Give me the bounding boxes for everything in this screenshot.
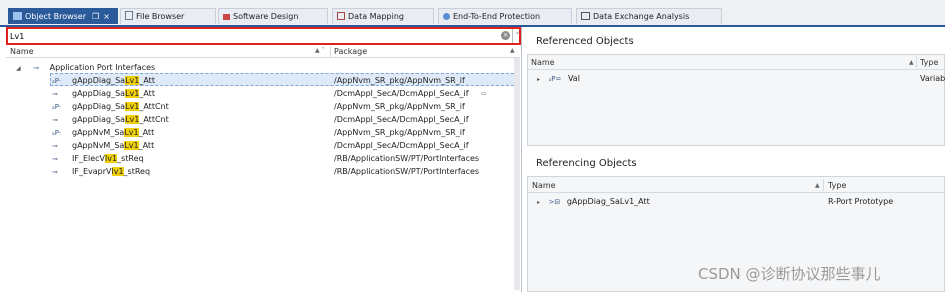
tab-label: Software Design — [233, 12, 299, 21]
search-match-highlight: lv1 — [111, 167, 124, 176]
tab-data-mapping[interactable]: Data Mapping — [332, 8, 434, 24]
referenced-objects-grid — [527, 54, 945, 146]
interface-name: gAppDiag_SaLv1_AttCnt — [72, 115, 169, 124]
close-icon[interactable]: × — [103, 12, 110, 21]
protection-icon — [443, 13, 450, 20]
column-divider[interactable] — [823, 179, 824, 191]
sort-indicator-icon: ▲ — [815, 182, 820, 189]
interface-row[interactable]: ⊸ gAppDiag_SaLv1_AttCnt — [52, 113, 169, 126]
tab-file-browser[interactable]: File Browser — [120, 8, 216, 24]
tab-label: Data Mapping — [348, 12, 404, 21]
referenced-name: Val — [567, 74, 580, 83]
search-match-highlight: Lv1 — [125, 102, 140, 111]
interface-package: /AppNvm_SR_pkg/AppNvm_SR_if — [334, 128, 465, 137]
tab-object-browser[interactable]: Object Browser ❒ × — [8, 8, 118, 24]
tab-label: Object Browser — [25, 12, 87, 21]
r-port-prototype-icon: >⊟ — [548, 198, 561, 206]
interface-name: IF_ElecVlv1_stReq — [72, 154, 144, 163]
search-match-highlight: Lv1 — [124, 141, 139, 150]
referencing-col-type[interactable]: Type — [828, 181, 846, 190]
referencing-col-name[interactable]: Name — [532, 181, 556, 190]
referencing-type: R-Port Prototype — [828, 197, 894, 206]
pin-icon[interactable]: ❒ — [92, 12, 99, 21]
port-interfaces-folder-icon: ⊸ — [33, 64, 40, 72]
sort-indicator-icon: ▲ — [510, 47, 515, 54]
analysis-icon — [581, 12, 590, 20]
document-tab-strip: Object Browser ❒ × File Browser Software D… — [0, 0, 945, 27]
referenced-type: Variabl — [920, 74, 945, 83]
referencing-objects-title: Referencing Objects — [536, 158, 637, 169]
interface-package: /DcmAppl_SecA/DcmAppl_SecA_if — [334, 115, 469, 124]
search-input[interactable] — [10, 30, 490, 42]
interface-row[interactable]: ₐP· gAppNvM_SaLv1_Att — [52, 126, 154, 139]
file-icon — [125, 11, 133, 20]
interface-row[interactable]: ⊸ IF_ElecVlv1_stReq — [52, 152, 144, 165]
tree-root-label: Application Port Interfaces — [49, 63, 156, 72]
interface-name: gAppDiag_SaLv1_Att — [72, 89, 155, 98]
interface-name: IF_EvaprVlv1_stReq — [72, 167, 151, 176]
interface-package: /DcmAppl_SecA/DcmAppl_SecA_if — [334, 141, 469, 150]
port-interface-icon: ⊸ — [52, 168, 58, 176]
column-header-package[interactable]: Package — [334, 46, 367, 57]
search-match-highlight: Lv1 — [124, 128, 139, 137]
left-scrollbar[interactable] — [514, 58, 520, 290]
tab-label: File Browser — [136, 12, 185, 21]
software-design-icon — [223, 14, 230, 20]
interface-name: gAppDiag_SaLv1_AttCnt — [72, 102, 169, 111]
referencing-row[interactable]: ▸ >⊟ gAppDiag_SaLv1_Att — [537, 195, 650, 208]
column-divider[interactable] — [916, 56, 917, 68]
data-element-icon: ₐP= — [548, 75, 562, 83]
expand-arrow-icon[interactable]: ▸ — [537, 76, 540, 83]
clear-search-icon[interactable]: × — [501, 31, 510, 40]
referenced-col-type[interactable]: Type — [920, 58, 938, 67]
column-header-name[interactable]: Name — [10, 46, 34, 57]
search-match-highlight: Lv1 — [125, 115, 140, 124]
tab-label: End-To-End Protection — [453, 12, 541, 21]
referenced-col-name[interactable]: Name — [531, 58, 555, 67]
column-divider[interactable] — [330, 46, 331, 57]
interface-row[interactable]: ⊸ gAppNvM_SaLv1_Att — [52, 139, 154, 152]
interface-row[interactable]: ⊸ IF_EvaprVlv1_stReq — [52, 165, 150, 178]
header-separator — [6, 57, 520, 58]
interface-package: /RB/ApplicationSW/PT/PortInterfaces — [334, 154, 480, 163]
tab-software-design[interactable]: Software Design — [218, 8, 328, 24]
header-separator — [528, 192, 944, 193]
data-mapping-icon — [337, 12, 345, 20]
interface-name: gAppDiag_SaLv1_Att — [72, 76, 155, 85]
search-match-highlight: lv1 — [105, 154, 118, 163]
interface-row[interactable]: ⊸ gAppDiag_SaLv1_Att — [52, 87, 155, 100]
sort-indicator-icon: ▲ — [909, 59, 914, 66]
tab-data-exchange-analysis[interactable]: Data Exchange Analysis — [576, 8, 722, 24]
interface-row[interactable]: ₐP· gAppDiag_SaLv1_AttCnt — [52, 100, 169, 113]
reference-marker-icon: ▭ — [481, 90, 487, 97]
search-box: × ˅ — [6, 27, 521, 45]
interface-package: /AppNvm_SR_pkg/AppNvm_SR_if — [334, 102, 465, 111]
collapse-arrow-icon[interactable]: ◢ — [16, 65, 21, 72]
referenced-objects-title: Referenced Objects — [536, 36, 634, 47]
tab-end-to-end-protection[interactable]: End-To-End Protection — [438, 8, 572, 24]
interface-name: gAppNvM_SaLv1_Att — [72, 141, 155, 150]
interface-package: /RB/ApplicationSW/PT/PortInterfaces — [334, 167, 480, 176]
search-match-highlight: Lv1 — [125, 76, 140, 85]
expand-arrow-icon[interactable]: ▸ — [537, 199, 540, 206]
interface-row[interactable]: ₐP· gAppDiag_SaLv1_Att — [52, 74, 155, 87]
header-separator — [528, 69, 944, 70]
sort-indicator-icon: ▲ ˅ — [315, 47, 325, 54]
referencing-name: gAppDiag_SaLv1_Att — [566, 197, 650, 206]
search-dropdown-button[interactable]: ˅ — [512, 29, 522, 43]
search-match-highlight: Lv1 — [125, 89, 140, 98]
object-browser-icon — [13, 12, 22, 20]
interface-name: gAppNvM_SaLv1_Att — [72, 128, 155, 137]
watermark: CSDN @诊断协议那些事儿 — [698, 265, 881, 283]
referenced-row[interactable]: ▸ ₐP= Val — [537, 72, 580, 85]
interface-package: /DcmAppl_SecA/DcmAppl_SecA_if — [334, 89, 469, 98]
interface-package: /AppNvm_SR_pkg/AppNvm_SR_if — [334, 76, 465, 85]
tab-label: Data Exchange Analysis — [593, 12, 690, 21]
